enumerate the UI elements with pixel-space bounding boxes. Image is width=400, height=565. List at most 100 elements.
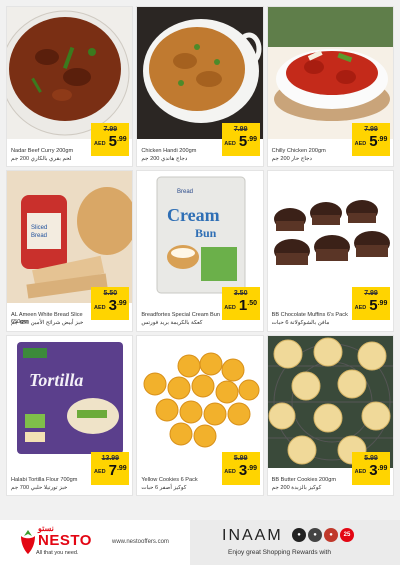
footer-brand: نستو NESTO All that you need. www.nestoo… [0,520,190,565]
inaam-promo: INAAM ● ● ● 25 Enjoy great Shopping Rewa… [190,520,400,565]
product-name-arabic: خبز تورتيلا حلبي 700 جم [11,484,68,491]
website-link[interactable]: www.nestooffers.com [112,539,169,545]
price-tag: 7.99 AED 5 .99 [352,123,390,156]
product-name: BB Butter Cookies 200gm [271,476,337,483]
price-fraction: .50 [247,300,257,308]
price-whole: 3 [108,297,117,315]
price-fraction: .99 [247,464,257,472]
anniversary-badge: 25 [340,528,354,542]
price-fraction: .99 [116,300,127,308]
currency-label: AED [224,469,236,476]
product-name-arabic: دجاج هاندي 200 جم [141,156,188,162]
product-name-arabic: كعكة بالكريمة بريد فورتس [141,320,203,327]
product-name-arabic: لحم بقري بالكاري 200 جم [11,156,72,162]
new-price: AED 3 .99 [94,298,127,313]
product-name: Chicken Handi 200gm [141,148,197,154]
inaam-logo: INAAM [222,527,283,544]
product-name-arabic: كوكيز بالزبدة 200 جم [271,484,322,491]
partner-badge-icon: ● [308,528,322,542]
price-fraction: .99 [116,464,127,472]
product-name: Yellow Cookies 6 Pack [141,476,198,483]
price-fraction: .99 [377,300,388,308]
product-card[interactable]: Sliced Bread 5.50 AED 3 .99 AL Ameen Whi… [6,170,134,332]
price-whole: 7 [108,461,117,479]
new-price: AED 5 .99 [355,298,388,313]
logo-text: NESTO [38,532,92,549]
product-name: Nadar Beef Curry 200gm [11,148,74,154]
price-tag: 7.99 AED 5 .99 [91,123,130,156]
product-name: Breadfortes Special Cream Bun [141,312,220,319]
new-price: AED 3 .99 [224,463,257,478]
new-price: AED 1 .50 [224,298,257,313]
currency-label: AED [354,304,367,311]
price-tag: 7.99 AED 5 .99 [352,287,390,321]
svg-text:Cream: Cream [167,205,220,225]
price-whole: 1 [238,297,248,315]
svg-text:Sliced: Sliced [31,225,47,231]
currency-label: AED [354,140,367,147]
new-price: AED 3 .99 [355,463,388,478]
product-image: Sliced Bread [7,171,133,304]
price-tag: 5.99 AED 3 .99 [221,451,260,485]
price-tag: 13.99 AED 7 .99 [91,451,130,485]
product-card[interactable]: Tortilla 13.99 AED 7 .99 Halabi Tortilla… [6,334,134,496]
product-name-arabic: كوكيز أصفر 6 حبات [141,484,187,491]
product-image [137,335,263,468]
product-name: Chilly Chicken 200gm [271,148,326,154]
price-fraction: .99 [116,136,127,143]
product-grid: 7.99 AED 5 .99 Nadar Beef Curry 200gm لح… [6,6,394,496]
product-card[interactable]: 7.99 AED 5 .99 Chicken Handi 200gm دجاج … [136,6,264,168]
currency-label: AED [93,469,106,476]
price-whole: 3 [369,461,378,479]
price-whole: 5 [369,133,378,150]
new-price: AED 5 .99 [94,134,127,149]
product-image [7,7,133,139]
price-whole: 5 [238,133,248,150]
price-fraction: .99 [377,136,388,143]
price-tag: 5.50 AED 3 .99 [91,287,130,321]
currency-label: AED [224,140,236,147]
partner-badges: ● ● ● 25 [292,528,354,542]
product-card[interactable]: 5.99 AED 3 .99 BB Butter Cookies 200gm ك… [266,334,394,496]
product-name: Halabi Tortilla Flour 700gm [11,476,78,483]
inaam-slogan: Enjoy great Shopping Rewards with [228,549,331,556]
new-price: AED 5 .99 [355,134,388,149]
svg-text:Bread: Bread [177,189,193,195]
product-image [267,335,393,468]
product-card[interactable]: 7.99 AED 5 .99 Nadar Beef Curry 200gm لح… [6,6,134,168]
product-name: BB Chocolate Muffins 6's Pack [271,312,348,319]
product-name-arabic: مافن بالشوكولاتة 6 حبات [271,320,330,327]
footer-banner: نستو NESTO All that you need. www.nestoo… [0,520,400,565]
new-price: AED 7 .99 [94,463,127,478]
price-whole: 3 [238,461,248,479]
product-name-arabic: خبز أبيض شرائح الأمين 650 جم [11,320,84,327]
price-tag: 7.99 AED 5 .99 [221,123,260,156]
product-card[interactable]: 7.99 AED 5 .99 BB Chocolate Muffins 6's … [266,170,394,332]
svg-text:Bun: Bun [195,226,217,240]
currency-label: AED [93,140,106,147]
currency-label: AED [224,304,236,311]
product-card[interactable]: 5.99 AED 3 .99 Yellow Cookies 6 Pack كوك… [136,334,264,496]
product-card[interactable]: 7.99 AED 5 .99 Chilly Chicken 200gm دجاج… [266,6,394,168]
logo-tagline: All that you need. [36,550,79,556]
product-image [267,7,393,139]
product-image [137,7,263,139]
currency-label: AED [93,304,106,311]
svg-text:Tortilla: Tortilla [29,370,83,390]
price-fraction: .99 [247,136,257,143]
price-tag: 5.99 AED 3 .99 [352,451,390,485]
product-card[interactable]: Bread Cream Bun 3.50 AED 1 .50 Breadfort… [136,170,264,332]
price-whole: 5 [369,297,378,315]
new-price: AED 5 .99 [224,134,257,149]
nesto-logo-icon [21,530,35,554]
price-fraction: .99 [377,464,388,472]
product-image [267,171,393,304]
price-tag: 3.50 AED 1 .50 [221,287,260,321]
partner-badge-icon: ● [292,528,306,542]
price-whole: 5 [108,133,117,150]
currency-label: AED [354,469,367,476]
svg-text:Bread: Bread [31,233,47,239]
product-image: Tortilla [7,335,133,468]
partner-badge-icon: ● [324,528,338,542]
product-image: Bread Cream Bun [137,171,263,304]
